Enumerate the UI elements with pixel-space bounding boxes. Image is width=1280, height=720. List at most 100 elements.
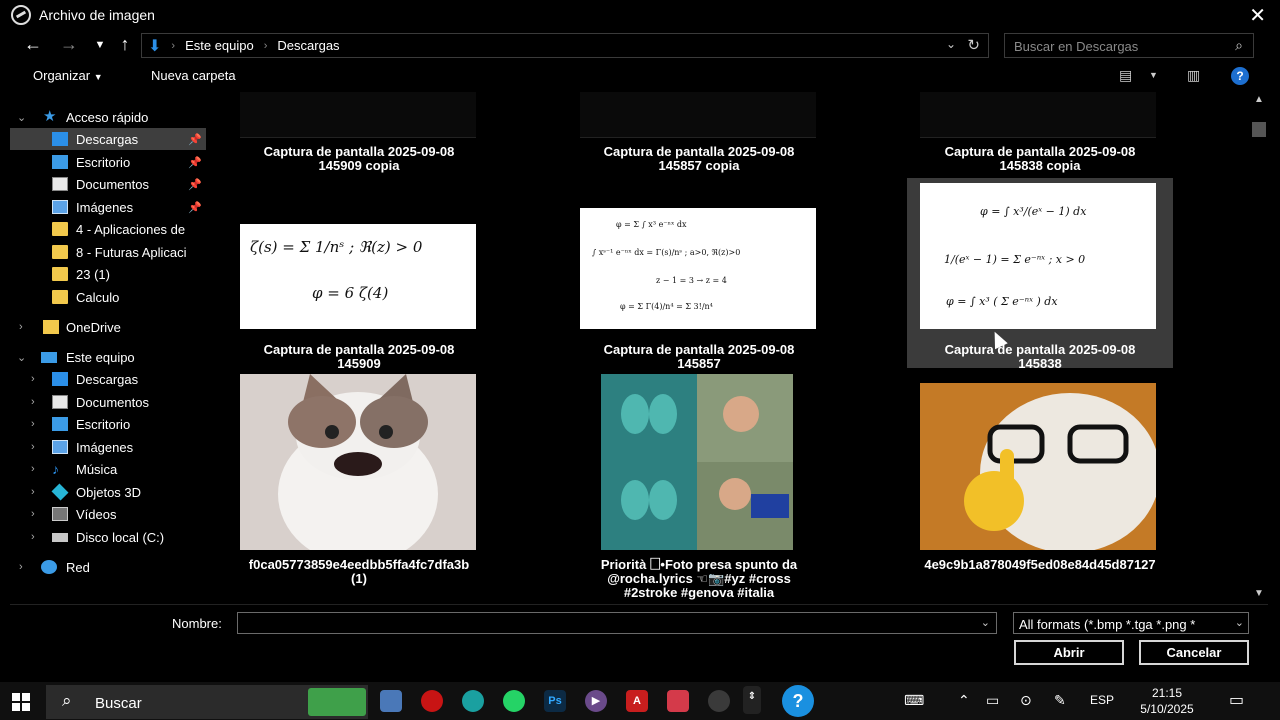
preview-pane-icon[interactable]: ▥ (1187, 67, 1200, 84)
file-thumbnail (580, 92, 816, 138)
chevron-right-icon[interactable]: › (19, 561, 23, 573)
new-folder-button[interactable]: Nueva carpeta (151, 68, 236, 83)
sidebar-item-imagenes[interactable]: Imágenes 📌 (10, 196, 206, 218)
up-arrow-icon[interactable]: ↑ (114, 34, 136, 55)
recent-locations-chevron-icon[interactable]: ▼ (89, 39, 111, 51)
keyboard-icon[interactable]: ⌨ (904, 692, 924, 709)
sidebar-item-23[interactable]: 23 (1) (10, 263, 206, 285)
active-app-icon[interactable] (708, 690, 730, 712)
media-player-icon[interactable]: ▶ (585, 690, 607, 712)
organize-menu-button[interactable]: Organizar ▼ (33, 68, 103, 83)
sidebar-item-pc-objetos-3d[interactable]: › Objetos 3D (10, 481, 206, 503)
formula-image: 1/(eˣ − 1) = Σ e⁻ⁿˣ ; x > 0 (944, 253, 1086, 266)
sidebar-item-label: 23 (1) (76, 266, 110, 282)
refresh-icon[interactable]: ↻ (967, 36, 980, 54)
sidebar-item-pc-imagenes[interactable]: › Imágenes (10, 436, 206, 458)
sidebar-item-pc-escritorio[interactable]: › Escritorio (10, 413, 206, 435)
notifications-icon[interactable]: ▭ (1229, 690, 1244, 710)
close-icon[interactable]: ✕ (1249, 3, 1266, 28)
help-app-icon[interactable]: ? (782, 685, 814, 717)
sidebar-item-pc-documentos[interactable]: › Documentos (10, 391, 206, 413)
file-item[interactable]: Captura de pantalla 2025-09-08 145857 co… (566, 92, 832, 178)
file-type-select[interactable]: All formats (*.bmp *.tga *.png * ⌄ (1013, 612, 1249, 634)
chevron-right-icon[interactable]: › (31, 373, 35, 385)
sidebar-item-pc-descargas[interactable]: › Descargas (10, 368, 206, 390)
view-chevron-icon[interactable]: ▼ (1149, 70, 1158, 80)
sidebar-item-onedrive[interactable]: › OneDrive (10, 316, 206, 338)
search-input[interactable]: Buscar en Descargas ⌕ (1004, 33, 1254, 58)
scroll-arrows-icon[interactable]: ⇕ (743, 686, 761, 714)
view-options-icon[interactable]: ▤ (1119, 67, 1132, 84)
search-icon[interactable]: ⌕ (1235, 37, 1243, 54)
pen-tray-icon[interactable]: ✎ (1054, 692, 1066, 709)
chevron-up-icon[interactable]: ⌃ (958, 692, 970, 709)
sidebar-item-red[interactable]: › Red (10, 556, 206, 578)
file-name-input[interactable]: ⌄ (237, 612, 997, 634)
sidebar-item-calculo[interactable]: Calculo (10, 286, 206, 308)
mail-app-icon[interactable] (667, 690, 689, 712)
windows-start-icon[interactable] (12, 693, 30, 711)
opera-icon[interactable] (421, 690, 443, 712)
file-item[interactable]: f0ca05773859e4eedbb5ffa4fc7dfa3b (1) (226, 368, 492, 604)
file-item[interactable]: ζ(s) = Σ 1/nˢ ; ℜ(z) > 0 φ = 6 ζ(4) Capt… (226, 178, 492, 371)
chevron-down-icon[interactable]: ⌄ (17, 351, 26, 364)
chevron-down-icon[interactable]: ⌄ (1231, 616, 1244, 629)
sidebar-item-8-futuras[interactable]: 8 - Futuras Aplicaci (10, 241, 206, 263)
breadcrumb-descargas[interactable]: Descargas (277, 38, 339, 53)
chevron-down-icon[interactable]: ⌄ (17, 111, 26, 124)
whatsapp-icon[interactable] (503, 690, 525, 712)
scroll-down-icon[interactable]: ▼ (1254, 588, 1264, 599)
address-dropdown-icon[interactable]: ⌄ (946, 37, 956, 51)
scroll-up-icon[interactable]: ▲ (1254, 94, 1264, 105)
scrollbar-thumb[interactable] (1252, 122, 1266, 137)
taskbar-search-box[interactable]: ⌕ Buscar (46, 685, 368, 719)
chevron-right-icon[interactable]: › (31, 463, 35, 475)
organize-label: Organizar (33, 68, 91, 83)
sidebar-item-4-aplicaciones[interactable]: 4 - Aplicaciones de (10, 218, 206, 240)
acrobat-icon[interactable]: A (626, 690, 648, 712)
chevron-right-icon[interactable]: › (31, 486, 35, 498)
onedrive-folder-icon (43, 320, 59, 334)
network-tray-icon[interactable]: ▭ (986, 692, 999, 709)
file-item[interactable]: 4e9c9b1a878049f5ed08e84d45d87127 (907, 368, 1173, 604)
back-arrow-icon[interactable]: ← (22, 34, 44, 55)
pin-icon: 📌 (188, 156, 202, 169)
file-item[interactable]: Priorità 🗌•Foto presa spunto da @rocha.l… (566, 368, 832, 604)
forward-arrow-icon[interactable]: → (58, 34, 80, 55)
chevron-down-icon[interactable]: ⌄ (981, 616, 990, 629)
sidebar-item-pc-videos[interactable]: › Vídeos (10, 503, 206, 525)
file-item[interactable]: Captura de pantalla 2025-09-08 145909 co… (226, 92, 492, 178)
chevron-right-icon[interactable]: › (19, 321, 23, 333)
open-button[interactable]: Abrir (1014, 640, 1124, 665)
file-item-selected[interactable]: φ = ∫ x³/(eˣ − 1) dx 1/(eˣ − 1) = Σ e⁻ⁿˣ… (907, 178, 1173, 371)
sidebar-item-escritorio[interactable]: Escritorio 📌 (10, 151, 206, 173)
file-thumbnail: φ = Σ ∫ x³ e⁻ⁿˣ dx ∫ xˢ⁻¹ e⁻ⁿˣ dx = Γ(s)… (580, 208, 816, 329)
chevron-right-icon[interactable]: › (31, 531, 35, 543)
chevron-right-icon[interactable]: › (31, 418, 35, 430)
file-name-line: Priorità 🗌•Foto presa spunto da (600, 557, 798, 572)
chevron-right-icon[interactable]: › (31, 441, 35, 453)
search-placeholder: Buscar en Descargas (1014, 39, 1139, 54)
chevron-right-icon[interactable]: › (31, 396, 35, 408)
language-indicator[interactable]: ESP (1090, 693, 1114, 707)
address-field[interactable]: ⬇ › Este equipo › Descargas ⌄ ↻ (141, 33, 989, 58)
sidebar-item-documentos[interactable]: Documentos 📌 (10, 173, 206, 195)
photoshop-icon[interactable]: Ps (544, 690, 566, 712)
breadcrumb-este-equipo[interactable]: Este equipo (185, 38, 254, 53)
sidebar-item-acceso-rapido[interactable]: ⌄ ★ Acceso rápido (10, 106, 206, 128)
taskbar-app-icon[interactable] (380, 690, 402, 712)
sidebar-item-pc-disco-local[interactable]: › Disco local (C:) (10, 526, 206, 548)
edge-icon[interactable] (462, 690, 484, 712)
sidebar-item-pc-musica[interactable]: › ♪ Música (10, 458, 206, 480)
file-item[interactable]: Captura de pantalla 2025-09-08 145838 co… (907, 92, 1173, 178)
device-tray-icon[interactable]: ⊙ (1020, 692, 1032, 709)
chevron-right-icon[interactable]: › (31, 508, 35, 520)
clock[interactable]: 21:15 5/10/2025 (1136, 685, 1198, 717)
sidebar-item-descargas[interactable]: Descargas 📌 (10, 128, 206, 150)
file-item[interactable]: φ = Σ ∫ x³ e⁻ⁿˣ dx ∫ xˢ⁻¹ e⁻ⁿˣ dx = Γ(s)… (566, 178, 832, 371)
cancel-button[interactable]: Cancelar (1139, 640, 1249, 665)
vertical-scrollbar[interactable]: ▲ ▼ (1250, 92, 1268, 604)
help-icon[interactable]: ? (1231, 67, 1249, 85)
sidebar-item-este-equipo[interactable]: ⌄ Este equipo (10, 346, 206, 368)
sidebar-item-label: Documentos (76, 394, 149, 410)
